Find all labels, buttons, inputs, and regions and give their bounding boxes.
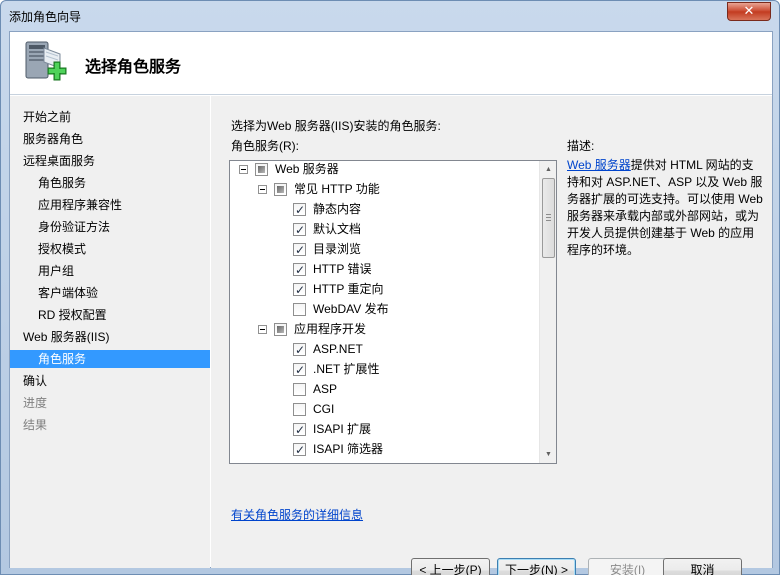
tree-item-label: 目录浏览 (313, 242, 362, 256)
cancel-button[interactable]: 取消 (663, 558, 742, 575)
tree-checkbox[interactable] (274, 323, 287, 336)
tree-checkbox[interactable] (293, 403, 306, 416)
tree-checkbox[interactable] (293, 360, 306, 380)
description-body: 提供对 HTML 网站的支持和对 ASP.NET、ASP 以及 Web 服务器扩… (567, 158, 763, 257)
tree-checkbox[interactable] (293, 200, 306, 220)
title-bar: 添加角色向导 ✕ (1, 1, 780, 31)
wizard-nav: 开始之前 服务器角色 远程桌面服务 角色服务 应用程序兼容性 身份验证方法 授权… (10, 96, 210, 568)
tree-checkbox[interactable] (293, 440, 306, 460)
nav-item-rd-licensing-config[interactable]: RD 授权配置 (10, 306, 210, 324)
tree-scrollbar[interactable]: ▲ ▼ (539, 161, 556, 463)
role-services-tree[interactable]: Web 服务器 常见 HTTP 功能 静态内容 默认文档 目录浏览 (229, 160, 557, 464)
scroll-down-arrow-icon[interactable]: ▼ (540, 446, 556, 463)
tree-item-label: ISAPI 筛选器 (313, 442, 384, 456)
collapse-icon[interactable] (258, 325, 267, 334)
grip-line (546, 214, 551, 215)
nav-item-app-compatibility[interactable]: 应用程序兼容性 (10, 196, 210, 214)
close-button[interactable]: ✕ (727, 2, 771, 21)
tree-checkbox[interactable] (293, 303, 306, 316)
description-text: Web 服务器提供对 HTML 网站的支持和对 ASP.NET、ASP 以及 W… (567, 157, 763, 259)
nav-item-authentication-method[interactable]: 身份验证方法 (10, 218, 210, 236)
web-server-link[interactable]: Web 服务器 (567, 158, 631, 172)
nav-item-remote-desktop-services[interactable]: 远程桌面服务 (10, 152, 210, 170)
tree-item-label: HTTP 错误 (313, 262, 372, 276)
nav-item-client-experience[interactable]: 客户端体验 (10, 284, 210, 302)
role-services-label: 角色服务(R): (231, 139, 299, 153)
tree-item-label: ASP (313, 382, 338, 396)
tree-checkbox[interactable] (293, 280, 306, 300)
tree-checkbox[interactable] (293, 340, 306, 360)
tree-item-label: .NET 扩展性 (313, 362, 380, 376)
grip-line (546, 217, 551, 218)
description-label: 描述: (567, 139, 595, 153)
wizard-window: 添加角色向导 ✕ 选择角色服务 开始之前 服务器角色 远程桌面服务 角色服务 应… (0, 0, 780, 575)
tree-item-label: 静态内容 (313, 202, 362, 216)
main-panel: 选择为Web 服务器(IIS)安装的角色服务: 角色服务(R): 描述: Web… (211, 96, 772, 575)
nav-item-progress: 进度 (23, 396, 48, 410)
tree-item-label: CGI (313, 402, 335, 416)
nav-item-licensing-mode[interactable]: 授权模式 (10, 240, 210, 258)
collapse-icon[interactable] (239, 165, 248, 174)
tree-checkbox[interactable] (274, 183, 287, 196)
nav-item-results: 结果 (23, 418, 48, 432)
collapse-icon[interactable] (258, 185, 267, 194)
tree-item-label: WebDAV 发布 (313, 302, 389, 316)
install-button: 安装(I) (588, 558, 667, 575)
nav-item-server-roles[interactable]: 服务器角色 (10, 130, 210, 148)
server-add-icon (25, 41, 67, 81)
nav-item-web-server-iis[interactable]: Web 服务器(IIS) (10, 328, 210, 346)
next-button[interactable]: 下一步(N) > (497, 558, 576, 575)
nav-item-iis-role-services[interactable]: 角色服务 (10, 350, 210, 368)
tree-item-label: 默认文档 (313, 222, 362, 236)
wizard-header: 选择角色服务 (10, 32, 772, 95)
nav-item-confirmation[interactable]: 确认 (10, 372, 210, 390)
tree-checkbox[interactable] (293, 260, 306, 280)
scrollbar-thumb[interactable] (542, 178, 555, 258)
intro-text: 选择为Web 服务器(IIS)安装的角色服务: (231, 119, 441, 133)
tree-checkbox[interactable] (293, 420, 306, 440)
window-title: 添加角色向导 (9, 10, 82, 24)
grip-line (546, 220, 551, 221)
nav-item-user-groups[interactable]: 用户组 (10, 262, 210, 280)
nav-item-rds-role-services[interactable]: 角色服务 (10, 174, 210, 192)
back-button[interactable]: < 上一步(P) (411, 558, 490, 575)
tree-item-label: Web 服务器 (275, 162, 339, 176)
tree-item-label: ASP.NET (313, 342, 363, 356)
nav-item-before-you-begin[interactable]: 开始之前 (10, 108, 210, 126)
tree-item-label: HTTP 重定向 (313, 282, 384, 296)
tree-item-label: 应用程序开发 (294, 322, 367, 336)
tree-checkbox[interactable] (293, 383, 306, 396)
scroll-up-arrow-icon[interactable]: ▲ (540, 161, 556, 178)
tree-checkbox[interactable] (255, 163, 268, 176)
more-info-link[interactable]: 有关角色服务的详细信息 (231, 506, 363, 523)
tree-item-label: ISAPI 扩展 (313, 422, 372, 436)
tree-item-label: 常见 HTTP 功能 (294, 182, 380, 196)
wizard-client-area: 选择角色服务 开始之前 服务器角色 远程桌面服务 角色服务 应用程序兼容性 身份… (9, 31, 773, 575)
tree-checkbox[interactable] (293, 220, 306, 240)
tree-checkbox[interactable] (293, 240, 306, 260)
page-title: 选择角色服务 (85, 59, 182, 76)
